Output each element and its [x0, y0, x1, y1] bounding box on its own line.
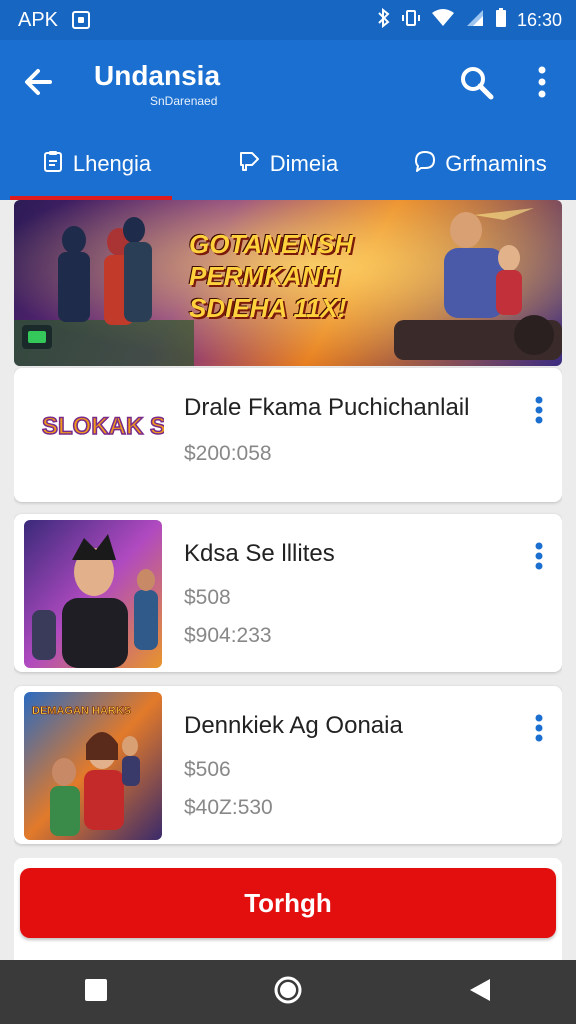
action-card: Torhgh: [14, 858, 562, 960]
clock: 16:30: [516, 9, 562, 30]
notification-icon: [72, 11, 91, 29]
circle-icon: [273, 975, 303, 1010]
bluetooth-icon: [377, 7, 391, 33]
promo-banner[interactable]: GOTANENSH PERMKANH SDIEHA 11X!: [14, 200, 562, 366]
item-menu-icon[interactable]: [534, 714, 544, 742]
square-icon: [85, 978, 107, 1006]
signal-icon: [465, 8, 485, 33]
tab-grfnamins[interactable]: Grfnamins: [384, 128, 576, 200]
list-item[interactable]: DEMAGAN HARKS Dennkiek Ag Oonaia $506 $4…: [14, 686, 562, 844]
wifi-icon: [431, 8, 455, 33]
banner-headline-line: PERMKANH: [189, 261, 340, 291]
app-bar: Undansia SnDarenaed: [0, 40, 576, 128]
tab-lhengia[interactable]: Lhengia: [0, 128, 192, 200]
tab-label: Grfnamins: [445, 151, 547, 176]
banner-headline-line: GOTANENSH: [189, 229, 354, 259]
battery-icon: [495, 7, 507, 33]
tab-dimeia[interactable]: Dimeia: [192, 128, 384, 200]
back-arrow-icon[interactable]: [20, 62, 60, 102]
app-title: Undansia: [94, 60, 221, 91]
item-thumbnail-text: DEMAGAN HARKS: [32, 705, 131, 717]
item-thumbnail: DEMAGAN HARKS: [24, 692, 162, 840]
home-button[interactable]: [268, 972, 308, 1012]
item-price: $506: [184, 758, 231, 781]
overflow-menu-icon[interactable]: [526, 62, 558, 102]
list-item[interactable]: SLOKAK SOEMALAS Drale Fkama Puchichanlai…: [14, 368, 562, 502]
item-menu-icon[interactable]: [534, 542, 544, 570]
item-price-alt: $904:233: [184, 624, 272, 647]
list-item[interactable]: Kdsa Se lllites $508 $904:233: [14, 514, 562, 672]
item-price: $508: [184, 586, 231, 609]
item-logo: SLOKAK SOEMALAS: [34, 396, 287, 472]
item-logo-text: SLOKAK SOEMALAS: [42, 413, 164, 440]
banner-headline: GOTANENSH PERMKANH SDIEHA 11X!: [189, 228, 389, 324]
primary-action-button[interactable]: Torhgh: [20, 868, 556, 938]
item-thumbnail: [24, 520, 162, 668]
vibrate-icon: [401, 8, 421, 33]
status-bar: APK 16:30: [0, 0, 576, 40]
triangle-back-icon: [468, 977, 492, 1008]
item-price-alt: $40Z:530: [184, 796, 273, 819]
app-subtitle: SnDarenaed: [150, 94, 218, 108]
item-menu-icon[interactable]: [534, 396, 544, 424]
tab-label: Lhengia: [72, 151, 152, 176]
chat-icon: [413, 149, 437, 179]
carrier-label: APK: [18, 8, 59, 31]
search-icon[interactable]: [456, 62, 496, 102]
tab-label: Dimeia: [269, 151, 339, 176]
back-button[interactable]: [460, 972, 500, 1012]
tag-icon: [238, 149, 262, 179]
item-name: Dennkiek Ag Oonaia: [184, 712, 403, 739]
system-nav-bar: [0, 960, 576, 1024]
item-name: Drale Fkama Puchichanlail: [184, 394, 470, 421]
recents-button[interactable]: [76, 972, 116, 1012]
tab-bar: Lhengia Dimeia Grfnamins: [0, 128, 576, 200]
banner-headline-line: SDIEHA 11X!: [189, 293, 347, 323]
clipboard-icon: [41, 149, 65, 179]
item-price: $200:058: [184, 442, 272, 465]
item-name: Kdsa Se lllites: [184, 540, 335, 567]
content-list[interactable]: GOTANENSH PERMKANH SDIEHA 11X! SLOKAK SO…: [14, 200, 562, 960]
